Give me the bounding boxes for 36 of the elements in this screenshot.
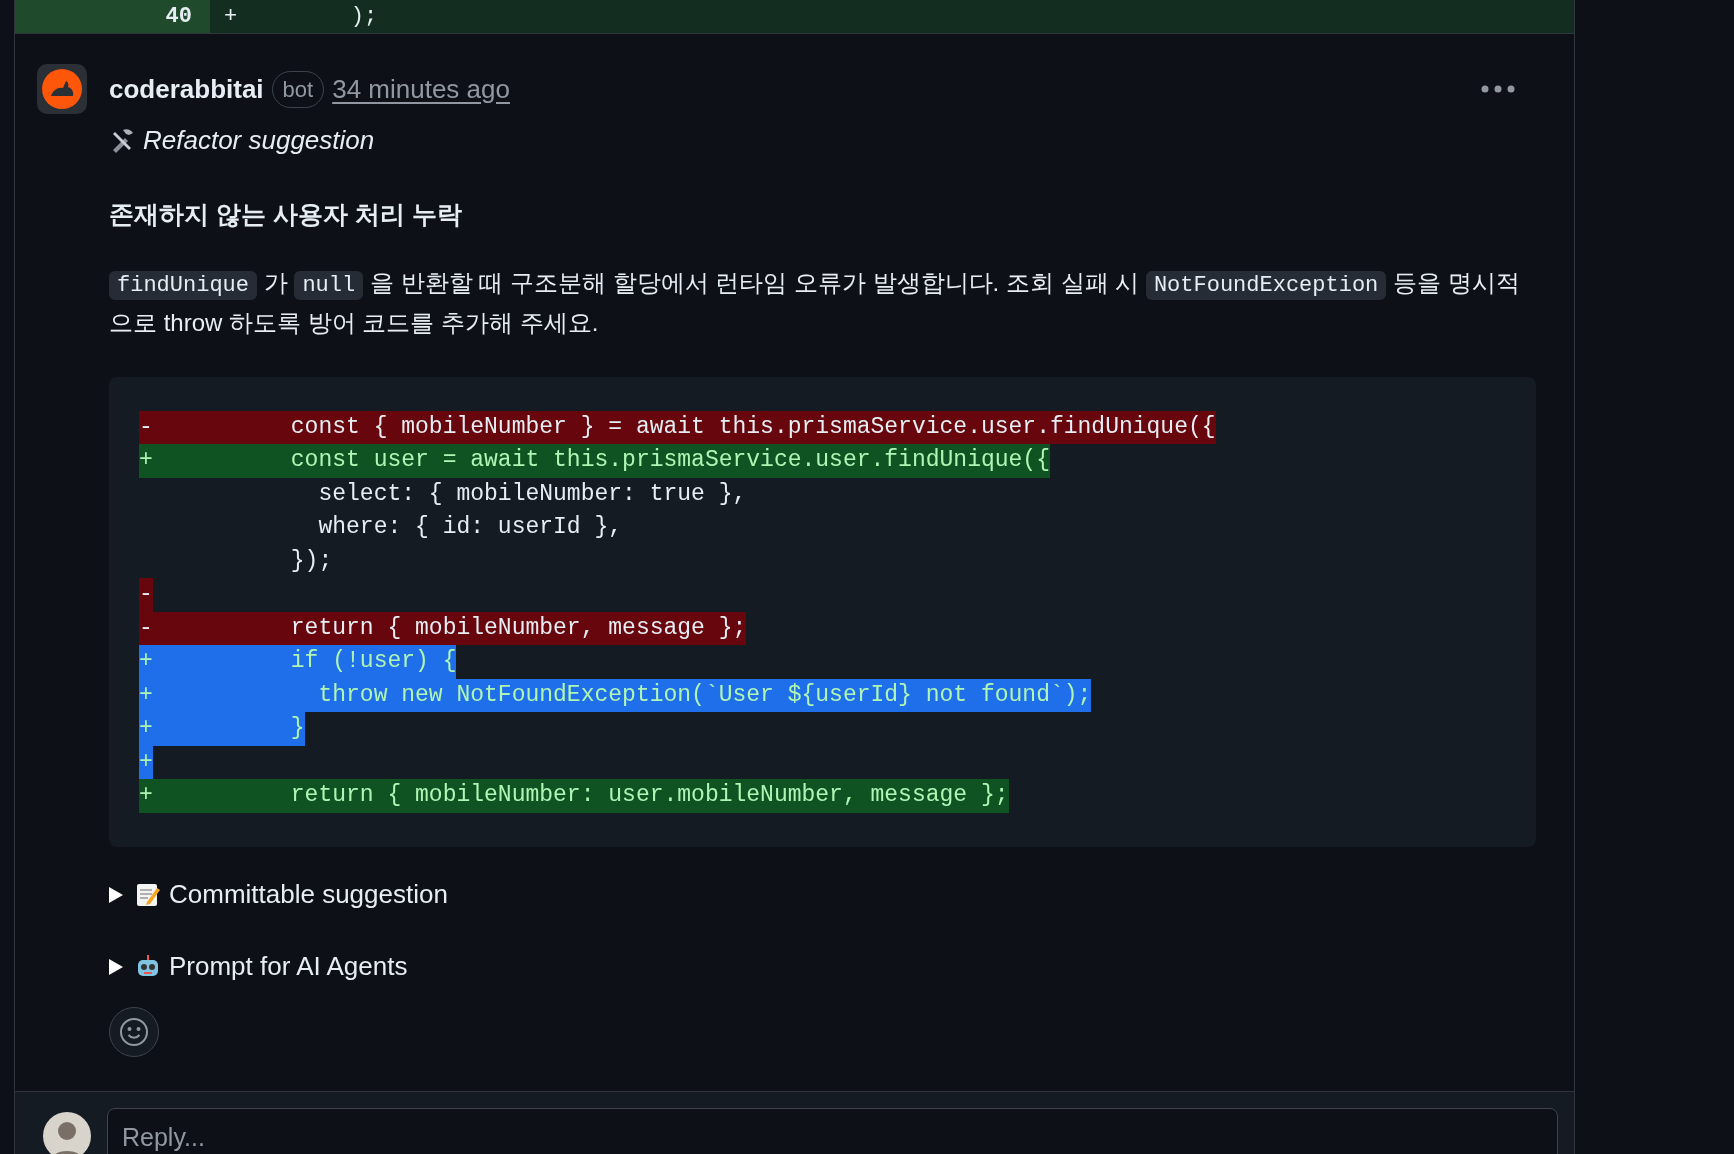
code-text: }); [289, 547, 333, 574]
diff-marker: - [139, 412, 153, 442]
diff-marker: + [139, 446, 153, 475]
diff-marker: + [139, 680, 153, 710]
user-avatar [43, 1111, 91, 1154]
code-text: select: { mobileNumber: true }, [317, 480, 747, 507]
summary-text[interactable]: Prompt for AI Agents [169, 947, 408, 986]
diff-marker: - [139, 613, 153, 643]
line-number: 40 [165, 3, 192, 31]
code-text: return { mobileNumber, message }; [289, 614, 747, 641]
code-line: ); [349, 3, 378, 31]
timestamp-link[interactable]: 34 minutes ago [332, 69, 510, 109]
summary-text[interactable]: Committable suggestion [169, 875, 448, 914]
comment-heading: 존재하지 않는 사용자 처리 누락 [109, 199, 463, 230]
memo-icon [135, 881, 161, 908]
code-text: const user = await this.prismaService.user.findUnique({ [289, 447, 1050, 473]
author-name[interactable]: coderabbitai [109, 69, 264, 109]
add-reaction-button[interactable] [109, 1006, 159, 1057]
comment-paragraph: findUnique 가 null 을 반환할 때 구조분해 할당에서 런타임 오류가 발생합니다. 조회 실패 시 NotFoundException 등을 명시적으로 throw 하도록 방어 코드를 추가해 주세요. [109, 267, 1521, 338]
smiley-icon [119, 1016, 149, 1047]
code-text: if (!user) { [289, 648, 457, 674]
diff-marker: + [224, 3, 238, 31]
suggestion-label: Refactor suggestion [143, 123, 375, 157]
code-text: where: { id: userId }, [317, 514, 623, 540]
bot-avatar [37, 64, 87, 114]
code-text: throw new NotFoundException(`User ${userId} not found`); [317, 681, 1092, 708]
reply-field[interactable]: Reply... [107, 1107, 1558, 1154]
code-text: } [289, 715, 305, 741]
diff-marker: + [139, 647, 153, 676]
more-options-icon[interactable] [1481, 85, 1515, 93]
code-text: const { mobileNumber } = await this.prismaService.user.findUnique({ [289, 413, 1216, 440]
diff-marker: + [139, 781, 153, 810]
diff-marker: + [139, 747, 153, 777]
diff-marker: - [139, 580, 153, 609]
code-text: return { mobileNumber: user.mobileNumber, message }; [289, 782, 1009, 808]
diff-marker: + [139, 714, 153, 743]
